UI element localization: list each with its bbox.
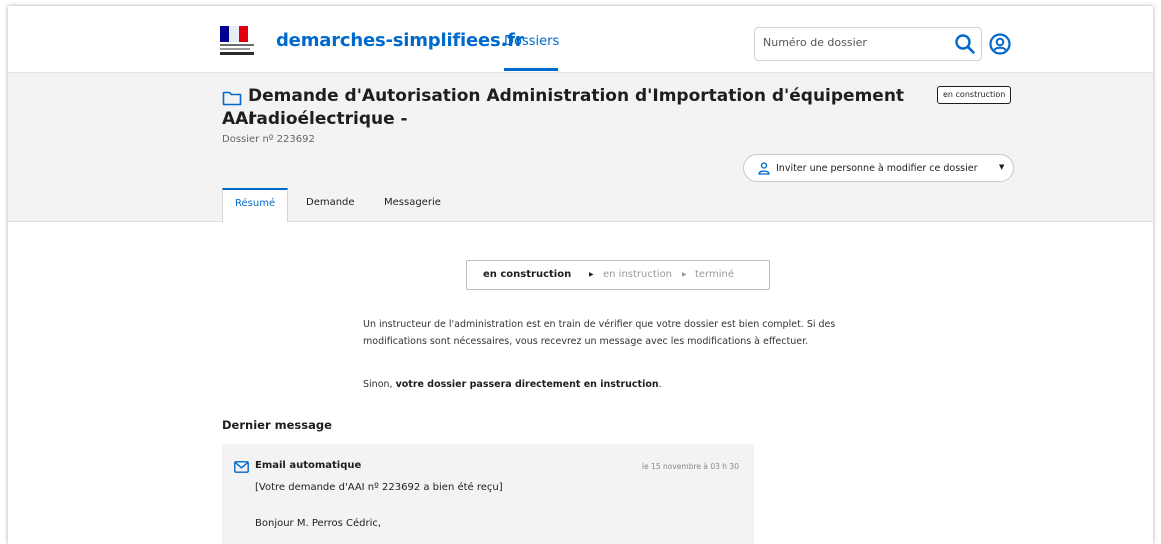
status-explanation-2: Sinon, votre dossier passera directement… [363, 376, 845, 393]
dossier-number: Dossier nº 223692 [222, 134, 315, 145]
search-box [754, 27, 982, 61]
nav-active-underline [504, 68, 558, 71]
invite-button-label: Inviter une personne à modifier ce dossi… [776, 163, 978, 174]
status-explanation: Un instructeur de l'administration est e… [363, 319, 836, 347]
message-subject: [Votre demande d'AAI nº 223692 a bien ét… [255, 482, 503, 493]
flag-icon [220, 26, 248, 42]
tab-resume[interactable]: Résumé [222, 188, 289, 223]
tab-demande[interactable]: Demande [294, 188, 367, 222]
dossier-title: Demande d'Autorisation Administration d'… [248, 86, 905, 129]
message-date: le 15 novembre à 03 h 30 [642, 462, 739, 471]
search-icon[interactable] [953, 32, 977, 56]
step-last: terminé [695, 269, 735, 280]
step-separator-icon: ▶ [589, 271, 594, 278]
status-badge: en construction [937, 86, 1012, 104]
user-circle-icon[interactable] [988, 32, 1012, 56]
step-next: en instruction [603, 269, 673, 280]
search-input[interactable] [763, 36, 933, 49]
explanation-prefix: Sinon, [363, 379, 396, 390]
message-card[interactable]: Email automatique le 15 novembre à 03 h … [222, 444, 754, 544]
explanation-bold: votre dossier passera directement en ins… [395, 379, 659, 390]
step-current: en construction [483, 269, 572, 280]
person-icon [758, 162, 770, 175]
message-sender: Email automatique [255, 460, 362, 471]
caret-down-icon: ▼ [999, 163, 1005, 171]
step-separator-icon: ▶ [682, 271, 687, 278]
marianne-logo[interactable] [220, 26, 262, 56]
folder-icon [222, 91, 242, 106]
message-greeting: Bonjour M. Perros Cédric, [255, 518, 382, 529]
mail-icon [234, 461, 249, 473]
dossier-title-line2: AAI [222, 109, 255, 129]
last-message-heading: Dernier message [222, 418, 332, 432]
header: demarches-simplifiees.fr Dossiers [8, 6, 1153, 72]
explanation-suffix: . [658, 379, 662, 390]
nav-dossiers-link[interactable]: Dossiers [504, 34, 559, 49]
invite-button[interactable]: Inviter une personne à modifier ce dossi… [743, 154, 1014, 182]
tab-messagerie[interactable]: Messagerie [372, 188, 453, 222]
browser-page: demarches-simplifiees.fr Dossiers Demand… [8, 6, 1153, 544]
brand-link[interactable]: demarches-simplifiees.fr [276, 30, 524, 51]
status-stepper: en construction ▶ en instruction ▶ termi… [466, 260, 770, 290]
